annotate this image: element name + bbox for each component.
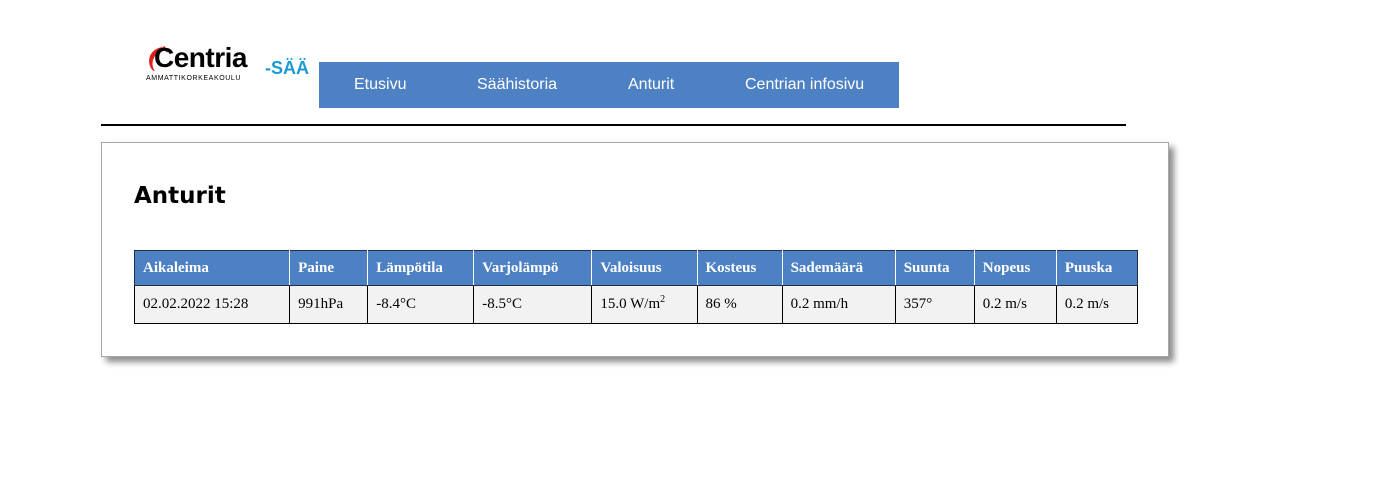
cell-gust: 0.2 m/s xyxy=(1055,285,1139,324)
cell-pressure: 991hPa xyxy=(289,285,369,324)
cell-temperature: -8.4°C xyxy=(367,285,475,324)
cell-light: 15.0 W/m2 xyxy=(591,285,698,324)
logo-subtitle: AMMATTIKORKEAKOULU xyxy=(146,75,242,82)
nav-item-saahistoria[interactable]: Säähistoria xyxy=(477,62,557,108)
header-divider xyxy=(101,124,1126,126)
column-header-aikaleima: Aikaleima xyxy=(133,250,291,286)
cell-rainfall: 0.2 mm/h xyxy=(781,285,896,324)
column-header-kosteus: Kosteus xyxy=(696,250,783,286)
table-row: 02.02.2022 15:28 991hPa -8.4°C -8.5°C 15… xyxy=(133,285,1139,324)
table-header-row: Aikaleima Paine Lämpötila Varjolämpö Val… xyxy=(133,250,1139,286)
cell-light-unit-exponent: 2 xyxy=(660,294,666,305)
centria-logo[interactable]: Centria -SÄÄ AMMATTIKORKEAKOULU xyxy=(144,42,316,86)
cell-direction: 357° xyxy=(894,285,975,324)
column-header-suunta: Suunta xyxy=(894,250,975,286)
column-header-sademaara: Sademäärä xyxy=(781,250,896,286)
cell-shade-temperature: -8.5°C xyxy=(473,285,593,324)
sensor-table: Aikaleima Paine Lämpötila Varjolämpö Val… xyxy=(133,250,1139,324)
logo-saa-suffix: -SÄÄ xyxy=(265,58,309,78)
column-header-varjolampo: Varjolämpö xyxy=(473,250,593,286)
nav-item-centrian-infosivu[interactable]: Centrian infosivu xyxy=(745,62,864,108)
main-navigation: Etusivu Säähistoria Anturit Centrian inf… xyxy=(319,62,899,108)
column-header-puuska: Puuska xyxy=(1055,250,1139,286)
cell-light-value: 15.0 W/m xyxy=(600,296,661,312)
sensor-card: Anturit Aikaleima Paine Lämpötila Varjol… xyxy=(101,142,1169,357)
nav-item-anturit[interactable]: Anturit xyxy=(628,62,674,108)
cell-humidity: 86 % xyxy=(696,285,783,324)
cell-timestamp: 02.02.2022 15:28 xyxy=(133,285,291,324)
column-header-valoisuus: Valoisuus xyxy=(591,250,698,286)
column-header-lampotila: Lämpötila xyxy=(367,250,475,286)
column-header-paine: Paine xyxy=(289,250,369,286)
page-title: Anturit xyxy=(134,183,226,209)
column-header-nopeus: Nopeus xyxy=(973,250,1057,286)
nav-item-etusivu[interactable]: Etusivu xyxy=(354,62,406,108)
cell-speed: 0.2 m/s xyxy=(973,285,1057,324)
logo-wordmark: Centria xyxy=(154,42,247,73)
